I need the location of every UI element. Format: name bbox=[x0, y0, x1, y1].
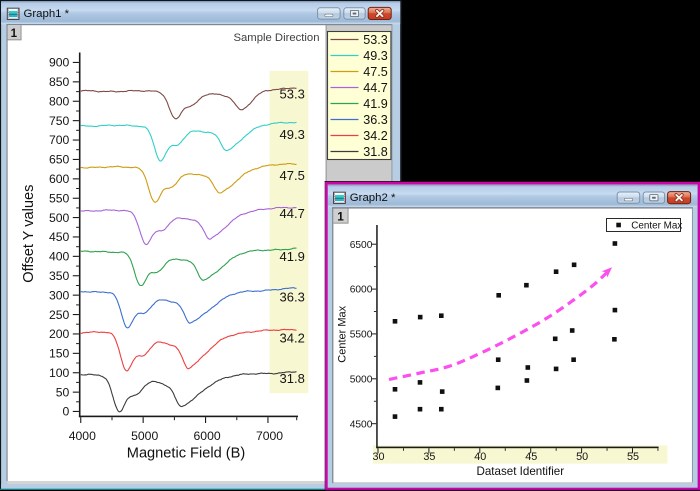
svg-text:41.9: 41.9 bbox=[363, 97, 388, 111]
svg-text:200: 200 bbox=[49, 327, 70, 341]
svg-text:6500: 6500 bbox=[350, 240, 373, 251]
svg-text:900: 900 bbox=[49, 56, 70, 70]
svg-text:150: 150 bbox=[49, 347, 70, 361]
svg-text:Graph2 *: Graph2 * bbox=[350, 192, 396, 204]
svg-text:49.3: 49.3 bbox=[280, 127, 305, 142]
svg-text:800: 800 bbox=[49, 95, 70, 109]
svg-text:750: 750 bbox=[49, 114, 70, 128]
svg-text:53.3: 53.3 bbox=[363, 33, 388, 47]
svg-text:600: 600 bbox=[49, 172, 70, 186]
svg-text:44.7: 44.7 bbox=[280, 206, 305, 221]
svg-text:6000: 6000 bbox=[194, 429, 221, 443]
svg-text:Sample Direction: Sample Direction bbox=[233, 32, 319, 44]
svg-text:Offset Y values: Offset Y values bbox=[21, 185, 37, 283]
svg-text:400: 400 bbox=[49, 250, 70, 264]
svg-text:100: 100 bbox=[49, 366, 70, 380]
svg-text:34.2: 34.2 bbox=[280, 330, 305, 345]
svg-text:1: 1 bbox=[11, 28, 18, 40]
svg-text:Graph1 *: Graph1 * bbox=[24, 8, 70, 20]
svg-text:50: 50 bbox=[56, 385, 70, 399]
svg-text:5000: 5000 bbox=[350, 374, 373, 385]
svg-text:47.5: 47.5 bbox=[280, 168, 305, 183]
svg-text:36.3: 36.3 bbox=[280, 290, 305, 305]
svg-text:47.5: 47.5 bbox=[363, 65, 388, 79]
svg-text:50: 50 bbox=[576, 451, 588, 463]
svg-text:1: 1 bbox=[337, 210, 344, 224]
svg-text:36.3: 36.3 bbox=[363, 113, 388, 127]
svg-text:41.9: 41.9 bbox=[280, 249, 305, 264]
svg-text:0: 0 bbox=[63, 405, 70, 419]
svg-text:31.8: 31.8 bbox=[363, 145, 388, 159]
svg-text:7000: 7000 bbox=[256, 429, 283, 443]
svg-text:850: 850 bbox=[49, 75, 70, 89]
svg-text:6000: 6000 bbox=[350, 285, 373, 296]
svg-text:40: 40 bbox=[474, 451, 486, 463]
svg-text:550: 550 bbox=[49, 191, 70, 205]
svg-text:44.7: 44.7 bbox=[363, 81, 388, 95]
svg-text:500: 500 bbox=[49, 211, 70, 225]
svg-text:300: 300 bbox=[49, 288, 70, 302]
svg-text:Dataset Identifier: Dataset Identifier bbox=[476, 465, 564, 478]
svg-text:31.8: 31.8 bbox=[280, 371, 305, 386]
svg-text:55: 55 bbox=[627, 451, 639, 463]
svg-text:4500: 4500 bbox=[350, 419, 373, 430]
svg-text:450: 450 bbox=[49, 230, 70, 244]
svg-text:350: 350 bbox=[49, 269, 70, 283]
svg-text:5500: 5500 bbox=[350, 330, 373, 341]
svg-text:650: 650 bbox=[49, 153, 70, 167]
svg-text:35: 35 bbox=[423, 451, 435, 463]
svg-text:45: 45 bbox=[525, 451, 537, 463]
svg-text:30: 30 bbox=[372, 451, 384, 463]
svg-text:5000: 5000 bbox=[131, 429, 158, 443]
svg-text:Magnetic Field (B): Magnetic Field (B) bbox=[127, 446, 245, 462]
svg-text:250: 250 bbox=[49, 308, 70, 322]
svg-text:34.2: 34.2 bbox=[363, 129, 388, 143]
svg-text:4000: 4000 bbox=[69, 429, 96, 443]
svg-text:700: 700 bbox=[49, 133, 70, 147]
svg-text:Center Max: Center Max bbox=[336, 305, 348, 362]
svg-text:Center Max: Center Max bbox=[631, 221, 682, 232]
svg-text:53.3: 53.3 bbox=[280, 87, 305, 102]
svg-text:49.3: 49.3 bbox=[363, 49, 388, 63]
